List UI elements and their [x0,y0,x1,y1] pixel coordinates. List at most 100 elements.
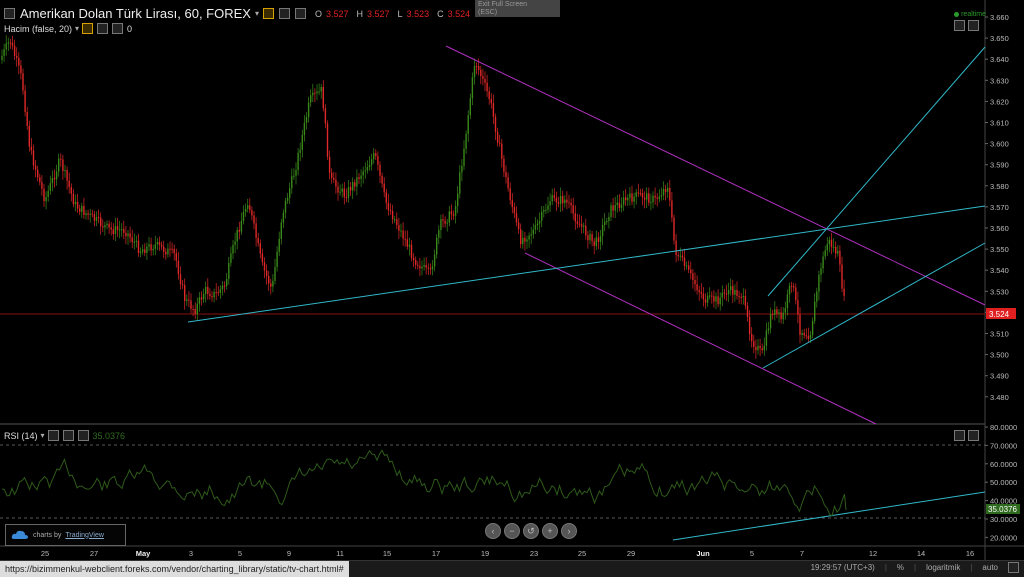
candle-body [389,210,392,212]
close-icon[interactable] [77,430,89,441]
candle-body [618,202,621,208]
candle-body [87,213,89,215]
candle-body [408,244,411,247]
candle-body [580,224,583,227]
candle-body [475,66,478,68]
candle-body [654,195,656,198]
symbol-title[interactable]: Amerikan Dolan Türk Lirası, 60, FOREX [20,6,251,21]
candle-body [154,244,156,249]
candle-body [368,165,371,167]
candle-body [387,202,390,211]
settings-icon[interactable] [97,23,109,34]
candle-body [339,191,341,193]
eye-icon[interactable] [262,8,274,19]
candle-body [782,312,784,320]
tradingview-badge[interactable]: charts by TradingView [5,524,126,546]
volume-title[interactable]: Hacim (false, 20) [4,24,72,34]
candle-body [265,270,268,277]
candle-body [799,314,801,335]
candle-body [436,237,438,255]
candle-body [759,345,761,349]
candle-body [421,266,423,269]
candle-body [169,248,171,250]
close-icon[interactable] [112,23,124,34]
candle-body [816,291,818,302]
candle-body [70,187,72,194]
support-trend-line [187,205,986,323]
chevron-down-icon[interactable]: ▾ [41,431,45,440]
time-tick-label: 9 [287,549,291,558]
price-tick-label: 3.590 [990,161,1009,170]
time-tick-label: 17 [432,549,440,558]
candle-body [646,193,648,200]
minimize-pane-icon[interactable] [954,20,965,31]
candle-body [429,268,432,270]
candle-body [631,193,633,202]
candlestick-series [1,35,845,360]
candle-body [767,328,770,331]
chevron-down-icon[interactable]: ▾ [255,9,259,18]
log-toggle[interactable]: logaritmik [926,563,960,572]
candle-body [805,335,807,337]
candle-body [205,286,207,294]
candle-body [244,208,247,212]
time-tick-label: 25 [41,549,49,558]
candle-body [742,296,744,298]
candle-body [433,254,436,267]
candle-body [793,286,795,288]
candle-body [690,269,692,274]
open-value: 3.527 [325,8,349,19]
candle-body [704,299,707,303]
zoom-in-button[interactable]: + [542,523,558,539]
maximize-pane-icon[interactable] [968,20,979,31]
candle-body [104,225,106,228]
candle-body [765,330,768,346]
candle-body [310,95,312,103]
rsi-tick-label: 50.0000 [990,478,1017,487]
settings-icon[interactable] [1008,562,1019,573]
candle-body [45,197,47,202]
candle-body [81,205,83,212]
scroll-left-button[interactable]: ‹ [485,523,501,539]
auto-toggle[interactable]: auto [982,563,998,572]
zoom-out-button[interactable]: − [504,523,520,539]
chart-area[interactable]: 3.660 3.650 3.640 3.630 3.620 3.610 3.600 3.590… [0,0,1024,576]
candle-body [158,242,161,245]
eye-icon[interactable] [82,23,94,34]
badge-brand[interactable]: TradingView [65,532,104,539]
scroll-right-button[interactable]: › [561,523,577,539]
exit-fullscreen-button[interactable]: Exit Full Screen (ESC) [475,0,560,17]
candle-body [404,238,406,240]
candle-body [343,188,345,197]
high-value: 3.527 [367,8,390,19]
candle-body [55,171,58,180]
time-tick-label: 3 [189,549,193,558]
candle-body [524,237,526,242]
settings-icon[interactable] [62,430,74,441]
candle-body [488,91,490,100]
candle-body [637,192,639,194]
price-tick-label: 3.490 [990,372,1009,381]
eye-icon[interactable] [47,430,59,441]
candle-body [232,244,234,254]
candle-body [335,179,337,187]
candle-body [543,209,545,212]
rsi-title[interactable]: RSI (14) [4,431,38,441]
candle-body [152,248,154,251]
maximize-pane-icon[interactable] [968,430,979,441]
candle-body [299,149,301,153]
reset-button[interactable]: ↺ [523,523,539,539]
close-icon[interactable] [294,8,306,19]
chevron-down-icon[interactable]: ▾ [75,24,79,33]
candle-body [492,103,495,117]
candle-body [53,177,56,180]
candle-body [114,226,117,235]
minimize-pane-icon[interactable] [954,430,965,441]
settings-icon[interactable] [278,8,290,19]
candle-body [112,229,114,235]
collapse-icon[interactable] [4,8,15,19]
candle-body [614,205,616,211]
candle-body [803,332,805,336]
percent-toggle[interactable]: % [897,563,904,572]
candle-body [706,295,709,303]
